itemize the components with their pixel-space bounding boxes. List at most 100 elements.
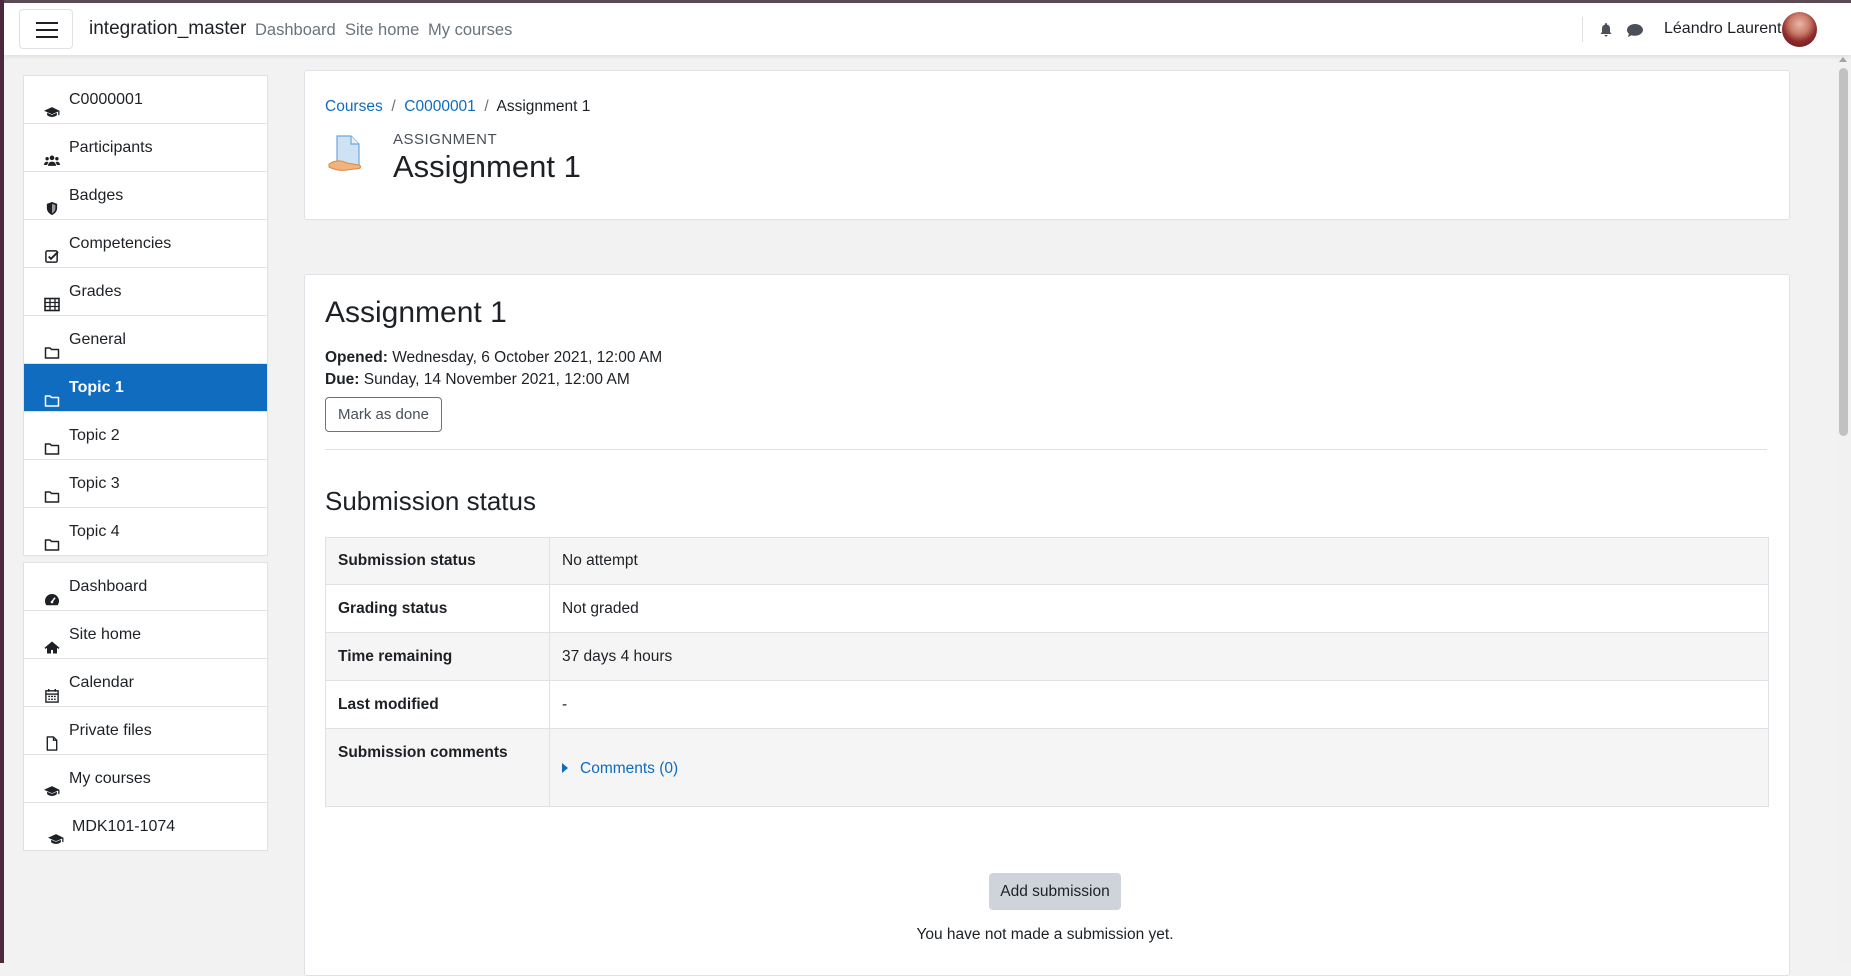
- caret-right-icon: [562, 762, 568, 773]
- user-avatar[interactable]: [1782, 12, 1817, 47]
- sidebar-item-label: C0000001: [69, 91, 143, 108]
- table-row: Submission comments Comments (0): [326, 729, 1768, 806]
- sidebar-item-label: Site home: [69, 626, 142, 643]
- opened-label: Opened:: [325, 349, 388, 366]
- sidebar-item-badges[interactable]: Badges: [24, 172, 267, 220]
- sidebar-item-topic-2[interactable]: Topic 2: [24, 412, 267, 460]
- course-nav-group: C0000001 Participants Badges Competencies Gr…: [23, 75, 268, 556]
- dashboard-icon: [44, 579, 60, 606]
- breadcrumb-separator: /: [387, 98, 405, 115]
- table-row: Time remaining 37 days 4 hours: [326, 633, 1768, 681]
- sidebar-item-grades[interactable]: Grades: [24, 268, 267, 316]
- breadcrumb-course[interactable]: C0000001: [404, 98, 476, 115]
- assignment-icon: [328, 135, 361, 171]
- graduation-cap-icon: [44, 92, 60, 117]
- sidebar-item-c0000001[interactable]: C0000001: [24, 76, 267, 124]
- sidebar-item-private-files[interactable]: Private files: [24, 707, 267, 755]
- folder-icon: [44, 476, 60, 503]
- graduation-cap-icon: [44, 771, 60, 796]
- row-value: No attempt: [562, 552, 638, 569]
- navbar-divider: [1582, 17, 1583, 42]
- sidebar-item-topic-3[interactable]: Topic 3: [24, 460, 267, 508]
- sidebar-item-label: Topic 3: [69, 475, 120, 492]
- row-label: Submission comments: [326, 729, 550, 806]
- sidebar-item-mdk101-1074[interactable]: MDK101-1074: [24, 803, 267, 850]
- page-header-card: Courses / C0000001 / Assignment 1 ASSIGN…: [304, 70, 1790, 220]
- sidebar-item-participants[interactable]: Participants: [24, 124, 267, 172]
- folder-icon: [44, 332, 60, 359]
- comments-link[interactable]: Comments (0): [580, 760, 678, 777]
- sidebar-item-dashboard[interactable]: Dashboard: [24, 563, 267, 611]
- breadcrumb-current: Assignment 1: [496, 98, 591, 115]
- divider: [325, 449, 1767, 450]
- row-label: Submission status: [326, 538, 550, 584]
- sidebar-item-competencies[interactable]: Competencies: [24, 220, 267, 268]
- sidebar-item-label: My courses: [69, 770, 151, 787]
- folder-icon: [44, 524, 60, 551]
- breadcrumb-courses[interactable]: Courses: [325, 98, 383, 115]
- table-icon: [44, 284, 60, 312]
- calendar-icon: [44, 675, 60, 703]
- sidebar-item-label: Private files: [69, 722, 152, 739]
- user-name[interactable]: Léandro Laurent: [1664, 20, 1781, 38]
- comments-toggle[interactable]: Comments (0): [550, 729, 1768, 806]
- nav-link-site-home[interactable]: Site home: [345, 21, 419, 40]
- sidebar-item-label: Calendar: [69, 674, 134, 691]
- breadcrumb-separator: /: [480, 98, 497, 115]
- sidebar-item-calendar[interactable]: Calendar: [24, 659, 267, 707]
- sidebar-item-label: MDK101-1074: [72, 818, 176, 835]
- sidebar-item-label: Badges: [69, 187, 124, 204]
- hamburger-icon-bar: [36, 29, 58, 31]
- no-submission-note: You have not made a submission yet.: [916, 926, 1174, 943]
- page-title: Assignment 1: [393, 149, 581, 184]
- due-date: Due: Sunday, 14 November 2021, 12:00 AM: [325, 371, 630, 389]
- submission-status-heading: Submission status: [325, 486, 536, 516]
- row-label: Time remaining: [326, 633, 550, 680]
- folder-icon: [44, 428, 60, 455]
- hamburger-icon: [36, 22, 58, 24]
- activity-title: Assignment 1: [325, 296, 507, 329]
- sidebar-item-label: Topic 1: [69, 379, 124, 396]
- due-value: Sunday, 14 November 2021, 12:00 AM: [363, 371, 630, 388]
- opened-date: Opened: Wednesday, 6 October 2021, 12:00…: [325, 349, 662, 367]
- folder-icon: [44, 380, 60, 407]
- sidebar-item-topic-1[interactable]: Topic 1: [24, 364, 267, 412]
- page-pretitle: ASSIGNMENT: [393, 131, 498, 148]
- window-left-edge: [0, 0, 4, 963]
- sidebar-item-topic-4[interactable]: Topic 4: [24, 508, 267, 555]
- scrollbar-thumb[interactable]: [1839, 68, 1848, 436]
- row-label: Last modified: [326, 681, 550, 728]
- due-label: Due:: [325, 371, 360, 388]
- hamburger-icon-bar: [36, 36, 58, 38]
- site-brand[interactable]: integration_master: [89, 18, 246, 40]
- add-submission-button[interactable]: Add submission: [989, 873, 1121, 910]
- opened-value: Wednesday, 6 October 2021, 12:00 AM: [392, 349, 663, 366]
- sidebar-item-label: Participants: [69, 139, 153, 156]
- table-row: Submission status No attempt: [326, 538, 1768, 585]
- bell-icon[interactable]: [1597, 22, 1615, 38]
- table-row: Grading status Not graded: [326, 585, 1768, 633]
- file-icon: [44, 723, 60, 751]
- sidebar-item-my-courses[interactable]: My courses: [24, 755, 267, 803]
- nav-link-dashboard[interactable]: Dashboard: [255, 21, 336, 40]
- sidebar-item-label: Grades: [69, 283, 122, 300]
- row-value: Not graded: [562, 600, 639, 617]
- shield-icon: [44, 188, 60, 216]
- row-value: -: [562, 696, 568, 713]
- graduation-cap-icon: [48, 819, 64, 844]
- nav-link-my-courses[interactable]: My courses: [428, 21, 512, 40]
- sidebar-item-general[interactable]: General: [24, 316, 267, 364]
- sidebar-item-site-home[interactable]: Site home: [24, 611, 267, 659]
- site-nav-group: Dashboard Site home Calendar Private files M…: [23, 562, 268, 851]
- sidebar-item-label: Topic 4: [69, 523, 120, 540]
- top-navbar: integration_master Dashboard Site home M…: [4, 3, 1851, 55]
- breadcrumb: Courses / C0000001 / Assignment 1: [325, 98, 590, 116]
- scroll-up-arrow-icon[interactable]: [1839, 57, 1847, 62]
- home-icon: [44, 627, 60, 654]
- table-row: Last modified -: [326, 681, 1768, 729]
- sidebar-item-label: Competencies: [69, 235, 172, 252]
- check-square-icon: [44, 236, 60, 263]
- mark-as-done-button[interactable]: Mark as done: [325, 397, 442, 432]
- chat-icon[interactable]: [1626, 22, 1644, 38]
- drawer-toggle-button[interactable]: [19, 9, 73, 49]
